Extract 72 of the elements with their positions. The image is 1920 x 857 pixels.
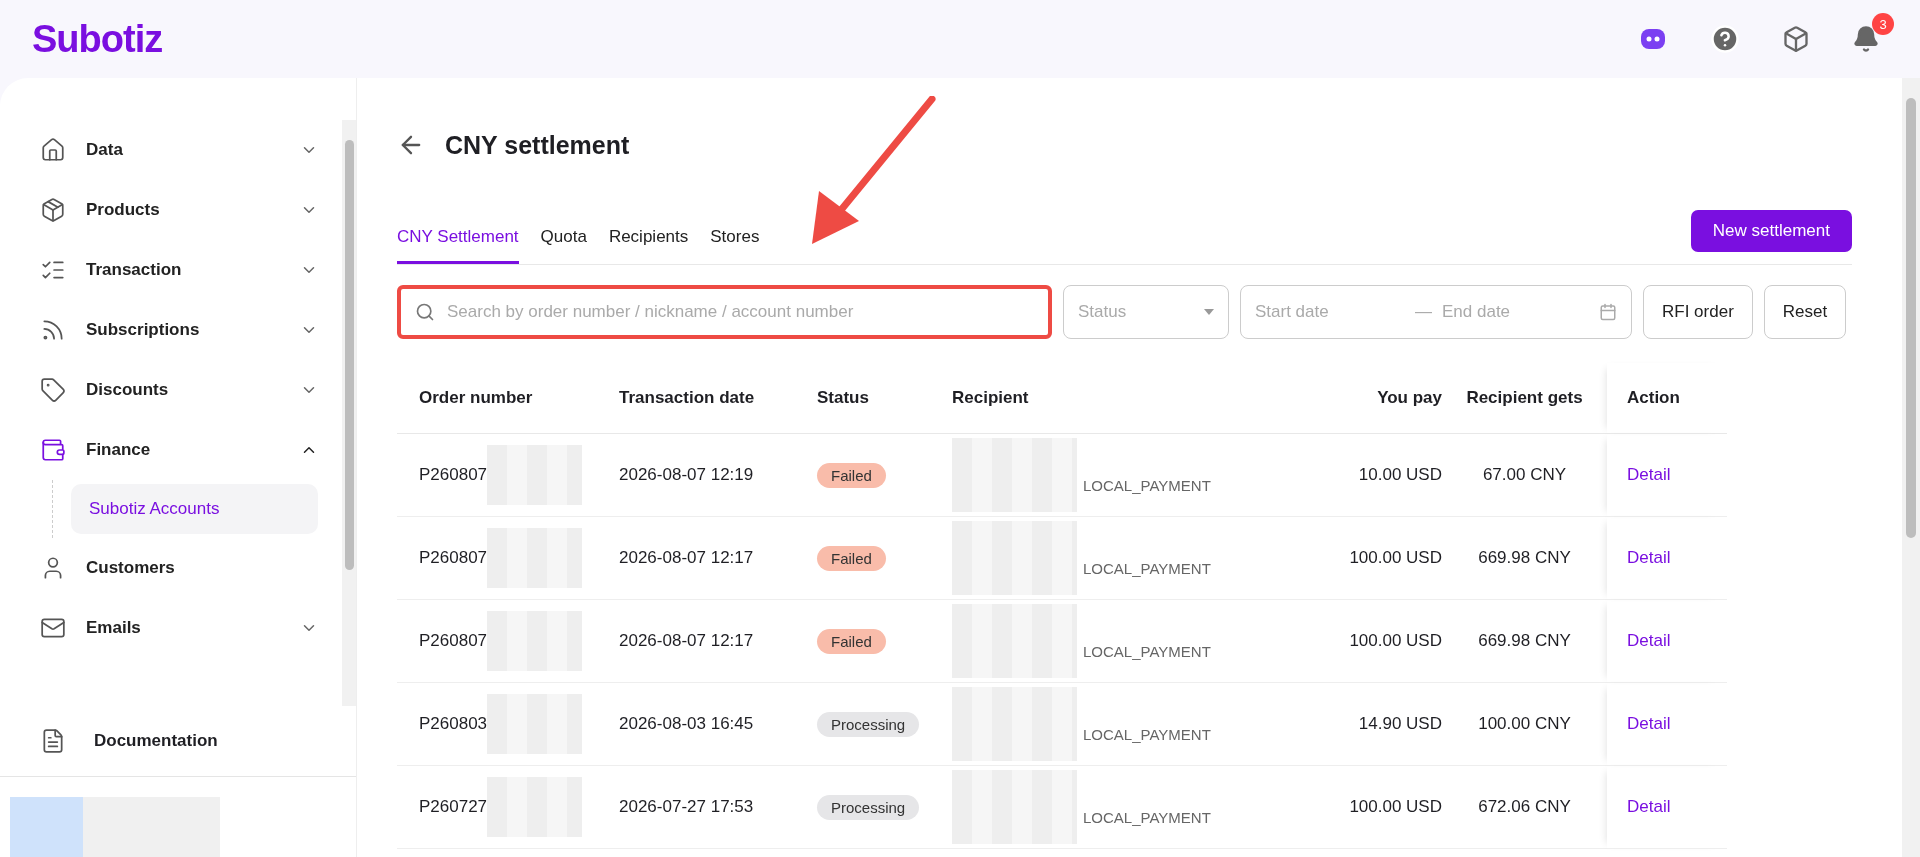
sidebar-item[interactable]: Subscriptions — [40, 300, 318, 360]
date-cell: 2026-08-07 12:17 — [597, 600, 817, 683]
detail-link[interactable]: Detail — [1627, 548, 1671, 568]
search-field[interactable]: Search by order number / nickname / account number — [397, 285, 1052, 339]
payment-method: LOCAL_PAYMENT — [1083, 477, 1211, 494]
pay-cell: 100.00 USD — [1292, 766, 1442, 849]
order-number-cell: P260807 — [397, 434, 597, 517]
sidebar-item[interactable]: Finance — [40, 420, 318, 480]
sidebar-item[interactable]: Emails — [40, 598, 318, 658]
tab[interactable]: Stores — [710, 217, 760, 264]
column-header: You pay — [1292, 363, 1442, 434]
payment-method: LOCAL_PAYMENT — [1083, 726, 1211, 743]
filter-button[interactable]: Reset — [1763, 285, 1847, 339]
order-number-cell: P260807 — [397, 600, 597, 683]
documentation-link[interactable]: Documentation — [0, 706, 356, 777]
tab[interactable]: CNY Settlement — [397, 217, 519, 264]
caret-icon — [1204, 309, 1214, 315]
notification-bell-icon[interactable] — [1852, 25, 1880, 53]
pay-cell: 10.00 USD — [1292, 434, 1442, 517]
sidebar-subitem[interactable]: Subotiz Accounts — [71, 484, 318, 534]
sidebar-item[interactable]: Transaction — [40, 240, 318, 300]
main-scrollbar[interactable] — [1902, 78, 1920, 857]
column-header: Transaction date — [597, 363, 817, 434]
order-number-cell: P260807 — [397, 517, 597, 600]
help-icon[interactable] — [1710, 24, 1740, 54]
sidebar-scrollbar[interactable] — [342, 120, 356, 706]
amount-cell: 669.98 CNY — [1442, 600, 1607, 683]
tab[interactable]: Recipients — [608, 217, 689, 264]
search-icon — [415, 302, 435, 322]
document-icon — [40, 728, 66, 754]
sidebar-item[interactable]: Products — [40, 180, 318, 240]
sidebar-item[interactable]: Discounts — [40, 360, 318, 420]
date-cell: 2026-08-03 16:45 — [597, 683, 817, 766]
date-cell: 2026-08-07 12:19 — [597, 434, 817, 517]
pay-cell: 14.90 USD — [1292, 683, 1442, 766]
pay-cell: 100.00 USD — [1292, 600, 1442, 683]
notification-count: 3 — [1872, 13, 1894, 35]
pay-cell: 100.00 USD — [1292, 517, 1442, 600]
payment-method: LOCAL_PAYMENT — [1083, 643, 1211, 660]
date-cell: 2026-07-27 17:53 — [597, 766, 817, 849]
detail-link[interactable]: Detail — [1627, 631, 1671, 651]
page-title: CNY settlement — [445, 130, 630, 160]
column-header: Recipient — [952, 363, 1292, 434]
tab[interactable]: Quota — [540, 217, 587, 264]
column-header: Status — [817, 363, 952, 434]
cube-icon[interactable] — [1782, 25, 1810, 53]
amount-cell: 669.98 CNY — [1442, 517, 1607, 600]
new-settlement-button[interactable]: New settlement — [1690, 210, 1852, 252]
detail-link[interactable]: Detail — [1627, 714, 1671, 734]
order-number-cell: P260803 — [397, 683, 597, 766]
payment-method: LOCAL_PAYMENT — [1083, 809, 1211, 826]
status-badge: Failed — [817, 462, 886, 488]
brand-logo: Subotiz — [32, 17, 163, 61]
detail-link[interactable]: Detail — [1627, 465, 1671, 485]
date-cell: 2026-08-07 12:17 — [597, 517, 817, 600]
column-header: Action — [1607, 363, 1727, 434]
status-badge: Processing — [817, 794, 920, 820]
calendar-icon — [1599, 303, 1617, 321]
sidebar-item[interactable]: Customers — [40, 538, 318, 598]
payment-method: LOCAL_PAYMENT — [1083, 560, 1211, 577]
sidebar-item[interactable]: Data — [40, 120, 318, 180]
amount-cell: 100.00 CNY — [1442, 683, 1607, 766]
order-number-cell: P260727 — [397, 766, 597, 849]
status-badge: Failed — [817, 545, 886, 571]
filter-button[interactable]: RFI order — [1643, 285, 1753, 339]
amount-cell: 67.00 CNY — [1442, 434, 1607, 517]
column-header: Order number — [397, 363, 597, 434]
detail-link[interactable]: Detail — [1627, 797, 1671, 817]
amount-cell: 672.06 CNY — [1442, 766, 1607, 849]
status-badge: Processing — [817, 711, 920, 737]
column-header: Recipient gets — [1442, 363, 1607, 434]
status-badge: Failed — [817, 628, 886, 654]
